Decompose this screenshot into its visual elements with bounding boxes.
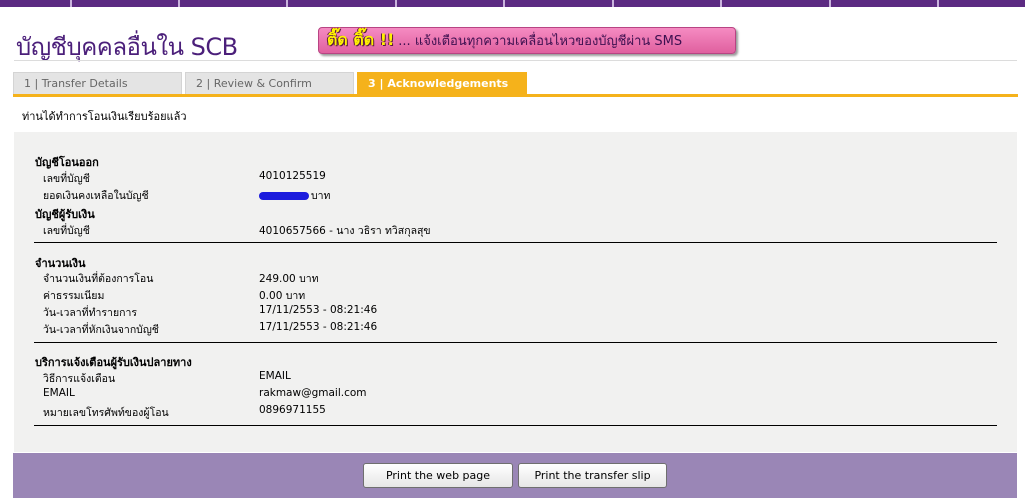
transfer-summary-panel: บัญชีโอนออก เลขที่บัญชี 4010125519 ยอดเง… (14, 132, 1017, 452)
to-account-no-label: เลขที่บัญชี (43, 225, 90, 237)
to-account-heading: บัญชีผู้รับเงิน (35, 208, 95, 221)
fee-value: 0.00 บาท (259, 290, 306, 302)
nav-separator (286, 0, 288, 7)
success-message: ท่านได้ทำการโอนเงินเรียบร้อยแล้ว (22, 110, 187, 123)
tab-transfer-details[interactable]: 1 | Transfer Details (13, 72, 182, 95)
transaction-time-label: วัน-เวลาที่ทำรายการ (43, 307, 137, 319)
transaction-time-value: 17/11/2553 - 08:21:46 (259, 304, 378, 316)
notify-heading: บริการแจ้งเตือนผู้รับเงินปลายทาง (35, 356, 192, 369)
step-tabs: 1 | Transfer Details 2 | Review & Confir… (13, 72, 1018, 97)
fee-label: ค่าธรรมเนียม (43, 290, 105, 302)
print-transfer-slip-button[interactable]: Print the transfer slip (518, 463, 667, 488)
sms-banner-highlight: ติ๊ด ติ๊ด !! (327, 30, 395, 49)
section-divider (34, 242, 997, 243)
to-account-no: 4010657566 - นาง วธิรา ทวิสกุลสุข (259, 225, 431, 237)
nav-separator (937, 0, 939, 7)
sender-phone-value: 0896971155 (259, 404, 326, 416)
section-divider (34, 342, 997, 343)
nav-separator (720, 0, 722, 7)
nav-separator (503, 0, 505, 7)
balance-value: บาท (259, 187, 330, 204)
amount-label: จำนวนเงินที่ต้องการโอน (43, 273, 154, 285)
from-account-no: 4010125519 (259, 170, 326, 182)
section-divider (34, 425, 997, 426)
balance-unit: บาท (311, 190, 331, 202)
nav-separator (829, 0, 831, 7)
action-footer: Print the web page Print the transfer sl… (13, 453, 1017, 498)
nav-separator (178, 0, 180, 7)
nav-separator (70, 0, 72, 7)
from-account-heading: บัญชีโอนออก (35, 156, 99, 169)
tab-review-confirm[interactable]: 2 | Review & Confirm (185, 72, 354, 95)
header-divider (14, 60, 1017, 61)
redaction-mark (259, 192, 309, 200)
sms-banner-message: ... แจ้งเตือนทุกความเคลื่อนไหวของบัญชีผ่… (398, 34, 683, 49)
print-web-page-button[interactable]: Print the web page (363, 463, 513, 488)
top-nav-bar (0, 0, 1025, 7)
debit-time-value: 17/11/2553 - 08:21:46 (259, 321, 378, 333)
amount-value: 249.00 บาท (259, 273, 319, 285)
tabs-underline (13, 94, 1018, 97)
notify-method-value: EMAIL (259, 370, 291, 382)
nav-separator (395, 0, 397, 7)
debit-time-label: วัน-เวลาที่หักเงินจากบัญชี (43, 324, 159, 336)
sender-phone-label: หมายเลขโทรศัพท์ของผู้โอน (43, 407, 169, 419)
from-account-no-label: เลขที่บัญชี (43, 173, 90, 185)
nav-separator (612, 0, 614, 7)
notify-email-value: rakmaw@gmail.com (259, 387, 367, 399)
tab-acknowledgements[interactable]: 3 | Acknowledgements (357, 72, 527, 95)
notify-method-label: วิธีการแจ้งเตือน (43, 373, 116, 385)
balance-label: ยอดเงินคงเหลือในบัญชี (43, 190, 149, 202)
notify-email-label: EMAIL (43, 387, 75, 399)
sms-alert-banner[interactable]: ติ๊ด ติ๊ด !! ... แจ้งเตือนทุกความเคลื่อน… (318, 27, 736, 54)
